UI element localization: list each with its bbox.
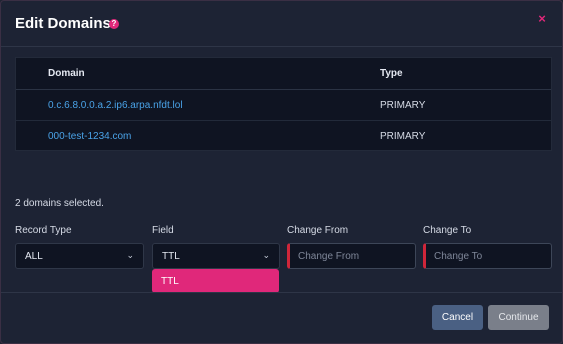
domain-link[interactable]: 0.c.6.8.0.0.a.2.ip6.arpa.nfdt.lol <box>48 100 183 111</box>
table-row: 000-test-1234.com PRIMARY <box>16 121 551 152</box>
field-label: Field <box>152 225 174 236</box>
table-row: 0.c.6.8.0.0.a.2.ip6.arpa.nfdt.lol PRIMAR… <box>16 90 551 121</box>
domains-table: Domain Type 0.c.6.8.0.0.a.2.ip6.arpa.nfd… <box>15 57 552 151</box>
column-header-domain: Domain <box>48 68 85 79</box>
change-to-label: Change To <box>423 225 472 236</box>
domain-type: PRIMARY <box>380 131 426 142</box>
field-dropdown-menu: TTL <box>152 269 279 293</box>
dialog-title: Edit Domains <box>15 15 111 32</box>
field-value: TTL <box>162 251 180 262</box>
question-circle-icon[interactable]: ? <box>109 19 119 29</box>
column-header-type: Type <box>380 68 403 79</box>
domain-type: PRIMARY <box>380 100 426 111</box>
edit-domains-dialog: Edit Domains ? × Domain Type 0.c.6.8.0.0… <box>0 0 563 344</box>
continue-button[interactable]: Continue <box>488 305 549 330</box>
footer-divider <box>1 292 562 293</box>
dropdown-option-ttl[interactable]: TTL <box>161 276 179 287</box>
record-type-select[interactable]: ALL ⌄ <box>15 243 144 269</box>
close-icon[interactable]: × <box>536 12 548 25</box>
dialog-header: Edit Domains ? × <box>1 1 562 47</box>
record-type-value: ALL <box>25 251 43 262</box>
change-from-input[interactable] <box>287 243 416 269</box>
domain-link[interactable]: 000-test-1234.com <box>48 131 131 142</box>
record-type-label: Record Type <box>15 225 72 236</box>
cancel-button[interactable]: Cancel <box>432 305 483 330</box>
field-select[interactable]: TTL ⌄ <box>152 243 280 269</box>
table-header: Domain Type <box>16 58 551 90</box>
change-from-label: Change From <box>287 225 349 236</box>
change-to-input[interactable] <box>423 243 552 269</box>
selection-count: 2 domains selected. <box>15 198 104 209</box>
chevron-down-icon: ⌄ <box>126 250 134 260</box>
chevron-down-icon: ⌄ <box>262 250 270 260</box>
